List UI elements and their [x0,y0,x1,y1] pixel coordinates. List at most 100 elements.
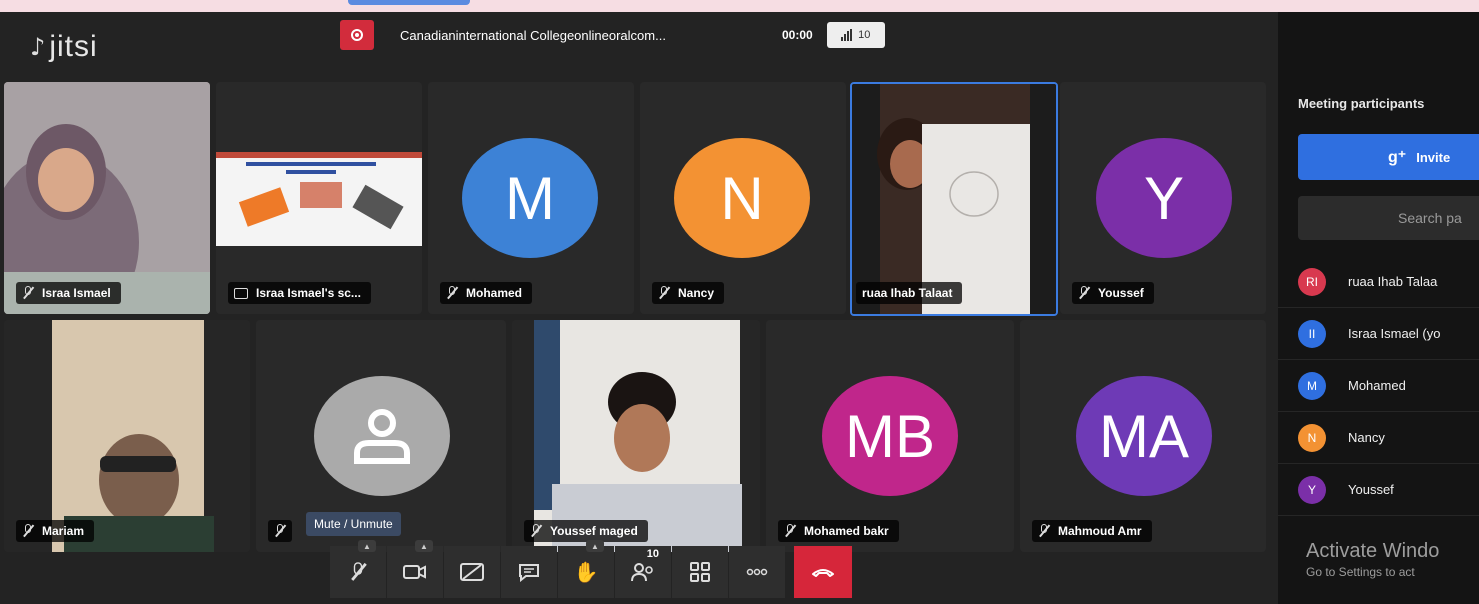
list-item[interactable]: RI ruaa Ihab Talaa [1278,256,1479,308]
chevron-up-icon[interactable]: ▲ [358,540,376,552]
participant-count-badge[interactable]: 10 [826,22,885,48]
list-item[interactable]: II Israa Ismael (yo [1278,308,1479,360]
jitsi-logo-icon: ♪ [30,33,46,61]
shared-slide-image [216,152,422,246]
record-button[interactable] [340,20,374,50]
tile-name-label: Israa Ismael's sc... [228,282,371,304]
tile-name-text: Mahmoud Amr [1058,524,1142,538]
video-tile-mahmoud-amr[interactable]: MA Mahmoud Amr [1020,320,1266,552]
list-item[interactable]: N Nancy [1278,412,1479,464]
hangup-icon [812,569,834,577]
search-placeholder: Search pa [1398,210,1462,226]
tile-name-label: Mohamed [440,282,533,304]
watermark-line-1: Activate Windo [1306,540,1440,562]
video-tile-ruaa[interactable]: ruaa Ihab Talaat [850,82,1058,316]
avatar-initials: MB [845,402,935,470]
participant-name: Mohamed [1348,378,1406,393]
more-actions-button[interactable] [729,546,785,598]
list-item[interactable]: Y Youssef [1278,464,1479,516]
chevron-up-icon[interactable]: ▲ [415,540,433,552]
mic-off-icon [658,286,670,300]
person-icon [354,409,410,464]
participant-name: Israa Ismael (yo [1348,326,1441,341]
avatar-initials: M [505,164,555,232]
camera-toggle-button[interactable]: ▲ [387,540,443,598]
participant-name: Youssef [1348,482,1394,497]
screen-share-icon [460,563,484,581]
participants-badge: 10 [646,548,659,560]
tile-name-text: Mohamed [466,286,523,300]
watermark-line-2: Go to Settings to act [1306,565,1415,579]
tile-name-text: Israa Ismael's sc... [256,286,361,300]
tile-name-text: Mariam [42,524,85,538]
chat-icon [519,564,539,582]
record-icon [351,29,363,41]
panel-title: Meeting participants [1298,96,1425,111]
avatar: Y [1298,475,1326,504]
tile-view-button[interactable] [672,546,728,598]
tile-name-label: Mahmoud Amr [1032,520,1152,542]
avatar [314,376,450,496]
browser-top-strip [0,0,1479,12]
tile-name-label: Mohamed bakr [778,520,899,542]
hangup-button[interactable] [794,546,852,598]
meeting-timer: 00:00 [782,28,813,42]
meeting-title: Canadianinternational Collegeonlineoralc… [400,27,666,43]
tile-name-label: Israa Ismael [16,282,121,304]
video-tile-youssef[interactable]: Y Youssef [1060,82,1266,314]
browser-tab-indicator [348,0,470,5]
jitsi-logo: ♪ jitsi [30,30,98,64]
participants-panel: Meeting participants g⁺ Invite Search pa… [1278,12,1479,604]
video-tile-mohamed[interactable]: M Mohamed [428,82,634,314]
mic-off-icon [446,286,458,300]
invite-button[interactable]: g⁺ Invite [1298,134,1479,180]
screen-share-button[interactable] [444,546,500,598]
list-item[interactable]: M Mohamed [1278,360,1479,412]
participant-count: 10 [858,29,871,41]
mute-tooltip: Mute / Unmute [306,512,401,536]
meeting-header: Canadianinternational Collegeonlineoralc… [340,20,885,50]
invite-label: Invite [1416,149,1451,165]
more-icon [746,568,768,576]
avatar: MB [822,376,958,496]
camera-feed-image [512,320,760,552]
mic-off-icon [784,524,796,538]
grid-icon [690,562,710,582]
tile-name-text: ruaa Ihab Talaat [862,286,953,300]
video-tile-youssef-maged[interactable]: Youssef maged [512,320,760,552]
mic-off-icon [350,562,367,582]
mic-off-icon [22,524,34,538]
video-tile-nancy[interactable]: N Nancy [640,82,846,314]
avatar: RI [1298,267,1326,296]
avatar: N [1298,423,1326,452]
activate-windows-watermark: Activate Windo Go to Settings to act [1306,540,1439,579]
raise-hand-button[interactable]: ▲ ✋ [558,540,614,598]
avatar-initials: Y [1143,164,1185,232]
mic-toggle-button[interactable]: ▲ [330,540,386,598]
tile-name-label: Youssef [1072,282,1154,304]
camera-icon [403,565,426,579]
screen-share-icon [234,287,248,299]
invite-icon: g⁺ [1388,149,1407,166]
video-tile-mariam[interactable]: Mariam [4,320,250,552]
tile-name-text: Youssef maged [550,524,638,538]
participant-name: ruaa Ihab Talaa [1348,274,1438,289]
mic-off-icon [22,286,34,300]
tile-name-text: Youssef [1098,286,1144,300]
chat-button[interactable] [501,546,557,598]
avatar-initials: N [720,164,764,232]
meeting-toolbar: ▲ ▲ ▲ ✋ 10 [330,540,852,598]
tile-name-text: Israa Ismael [42,286,111,300]
search-participants-input[interactable]: Search pa [1298,196,1479,240]
video-tile-israa[interactable]: Israa Ismael [4,82,210,314]
participants-button[interactable]: 10 [615,546,671,598]
tile-name-label: Youssef maged [524,520,648,542]
chevron-up-icon[interactable]: ▲ [586,540,604,552]
mic-off-icon [530,524,542,538]
avatar: II [1298,319,1326,348]
video-tile-mohamed-bakr[interactable]: MB Mohamed bakr [766,320,1014,552]
tile-name-text: Mohamed bakr [804,524,889,538]
mic-off-icon [274,524,286,538]
video-tile-screenshare[interactable]: Israa Ismael's sc... [216,82,422,314]
camera-feed-image [852,84,1056,314]
